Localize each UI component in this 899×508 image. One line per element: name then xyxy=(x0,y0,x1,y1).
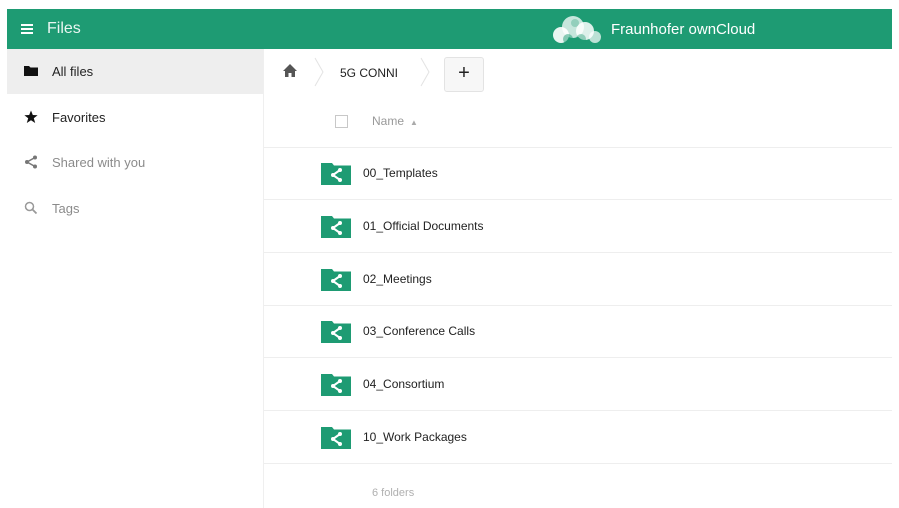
breadcrumb: 5G CONNI + xyxy=(264,49,892,97)
breadcrumb-separator-icon xyxy=(314,57,324,87)
star-icon xyxy=(24,110,38,123)
shared-folder-icon xyxy=(321,427,351,449)
file-name: 04_Consortium xyxy=(363,377,445,391)
sidebar-item-label: Tags xyxy=(52,201,80,216)
file-row[interactable]: 03_Conference Calls xyxy=(264,305,892,358)
file-list-area: 5G CONNI + Name ▲ 00_Templates 01_Officia… xyxy=(264,49,892,508)
name-column-label: Name xyxy=(372,114,405,128)
select-all-checkbox[interactable] xyxy=(335,115,348,128)
new-item-button[interactable]: + xyxy=(444,57,484,92)
file-row[interactable]: 01_Official Documents xyxy=(264,200,892,253)
app-title: Files xyxy=(47,20,81,37)
sidebar: All files Favorites Shared with you Tags xyxy=(7,49,264,508)
breadcrumb-current-folder[interactable]: 5G CONNI xyxy=(340,66,398,80)
sidebar-item-label: Favorites xyxy=(52,110,106,125)
app-menu-button[interactable]: Files xyxy=(21,17,81,41)
name-column-header[interactable]: Name ▲ xyxy=(372,114,418,128)
sidebar-item-tags[interactable]: Tags xyxy=(7,186,263,231)
hamburger-icon xyxy=(21,24,33,34)
file-row[interactable]: 00_Templates xyxy=(264,147,892,200)
home-icon[interactable] xyxy=(282,63,298,79)
shared-folder-icon xyxy=(321,374,351,396)
file-name: 00_Templates xyxy=(363,166,438,180)
file-name: 10_Work Packages xyxy=(363,430,467,444)
sidebar-item-label: Shared with you xyxy=(52,155,146,170)
shared-folder-icon xyxy=(321,321,351,343)
file-row[interactable]: 04_Consortium xyxy=(264,358,892,411)
shared-folder-icon xyxy=(321,216,351,238)
folder-count-summary: 6 folders xyxy=(372,487,415,499)
sort-ascending-icon: ▲ xyxy=(410,118,418,127)
file-name: 02_Meetings xyxy=(363,272,432,286)
brand-logo-link[interactable]: Fraunhofer ownCloud xyxy=(547,13,755,45)
share-icon xyxy=(25,155,37,169)
shared-folder-icon xyxy=(321,163,351,185)
sidebar-item-shared-with-you[interactable]: Shared with you xyxy=(7,140,263,185)
file-name: 01_Official Documents xyxy=(363,219,484,233)
top-bar: Files Fraunhofer ownCloud xyxy=(7,9,892,49)
sidebar-item-favorites[interactable]: Favorites xyxy=(7,95,263,140)
sidebar-item-all-files[interactable]: All files xyxy=(7,49,263,94)
brand-name: Fraunhofer ownCloud xyxy=(611,20,756,38)
folder-icon xyxy=(24,66,38,76)
file-row[interactable]: 02_Meetings xyxy=(264,253,892,306)
file-row[interactable]: 10_Work Packages xyxy=(264,411,892,464)
file-name: 03_Conference Calls xyxy=(363,324,476,338)
file-list-header: Name ▲ xyxy=(264,97,892,148)
cloud-logo-icon xyxy=(553,16,601,44)
sidebar-item-label: All files xyxy=(52,64,94,79)
shared-folder-icon xyxy=(321,269,351,291)
search-icon xyxy=(24,201,38,215)
breadcrumb-separator-icon xyxy=(420,57,430,87)
